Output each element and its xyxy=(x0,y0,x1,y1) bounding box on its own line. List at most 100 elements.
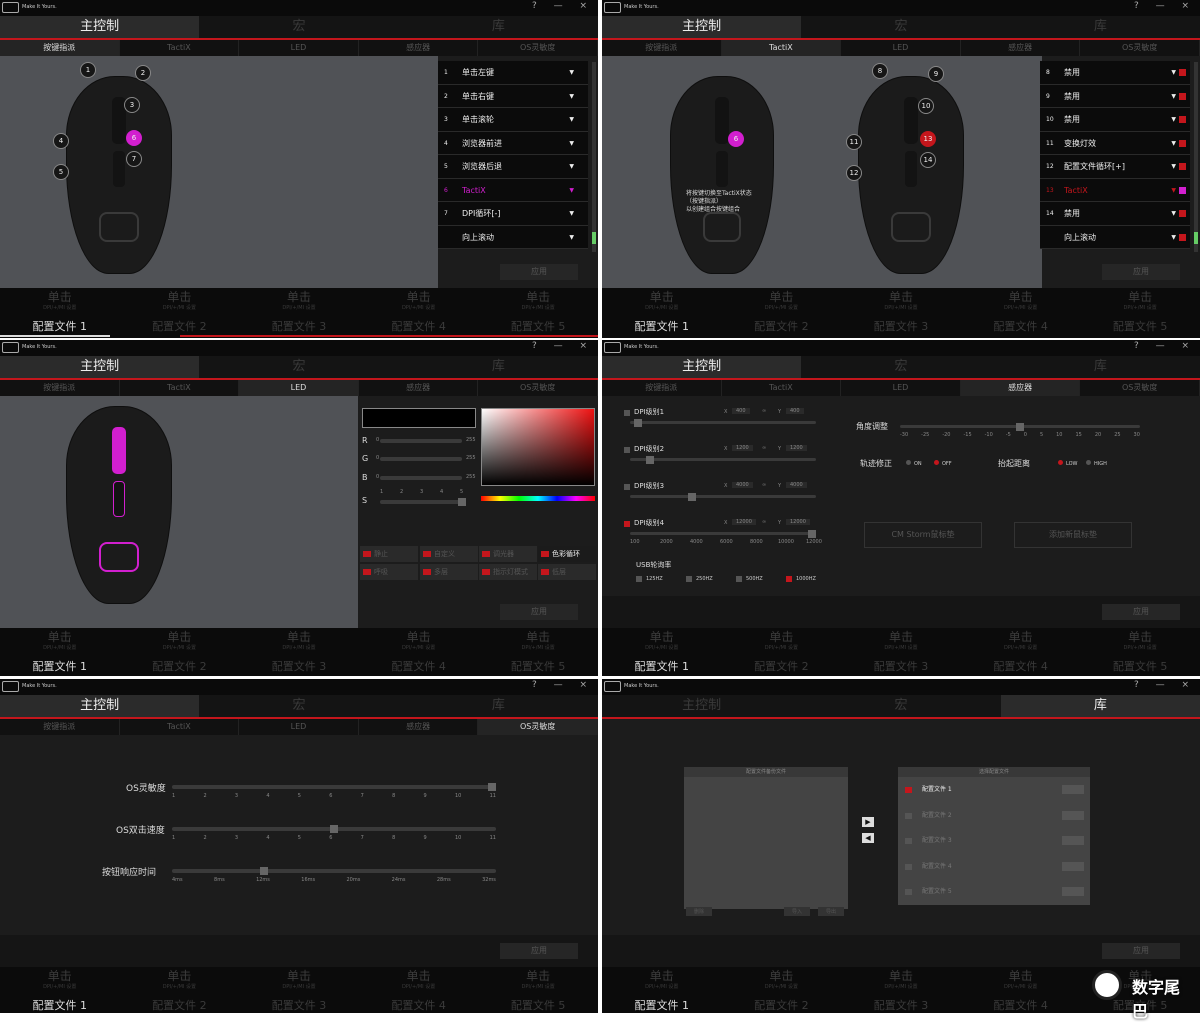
pad-cm-storm-button[interactable]: CM Storm鼠标垫 xyxy=(864,522,982,548)
speed-thumb[interactable] xyxy=(458,498,466,506)
hue-bar[interactable] xyxy=(481,496,595,501)
quick-slot[interactable]: 单击 DPI/+/MI 设置 xyxy=(0,288,120,318)
list-item[interactable]: 14 禁用 ▼ xyxy=(1040,202,1190,226)
list-item[interactable]: 配置文件 5 xyxy=(898,879,1090,905)
apply-button[interactable]: 应用 xyxy=(500,604,578,620)
subtab-tactix[interactable]: TactiX xyxy=(120,40,240,56)
quick-slot[interactable]: 单击 DPI/+/MI 设置 xyxy=(722,628,842,658)
tab-main-control[interactable]: 主控制 xyxy=(602,695,802,719)
profile-tab[interactable]: 配置文件 1 xyxy=(602,318,722,338)
quick-slot[interactable]: 单击 DPI/+/MI 设置 xyxy=(478,288,598,318)
mode-color-cycle[interactable]: 色彩循环 xyxy=(538,546,596,562)
color-swatch[interactable] xyxy=(1179,186,1186,194)
tab-main-control[interactable]: 主控制 xyxy=(602,356,802,380)
quick-slot[interactable]: 单击 DPI/+/MI 设置 xyxy=(120,288,240,318)
quick-slot[interactable]: 单击 DPI/+/MI 设置 xyxy=(239,967,359,997)
quick-slot[interactable]: 单击 DPI/+/MI 设置 xyxy=(602,628,722,658)
list-item[interactable]: 2 单击右键 ▼ xyxy=(438,84,588,108)
list-scrollbar[interactable] xyxy=(1194,62,1198,252)
list-scrollbar[interactable] xyxy=(592,62,596,252)
apply-button[interactable]: 应用 xyxy=(500,264,578,280)
quick-slot[interactable]: 单击 DPI/+/MI 设置 xyxy=(239,288,359,318)
list-item[interactable]: 配置文件 3 xyxy=(898,828,1090,854)
profile-tab[interactable]: 配置文件 4 xyxy=(961,997,1081,1013)
list-item[interactable]: 配置文件 2 xyxy=(898,803,1090,829)
color-swatch[interactable] xyxy=(1179,92,1186,100)
window-controls[interactable]: ? — × xyxy=(1134,680,1196,690)
subtab-button-assign[interactable]: 按键指派 xyxy=(0,380,120,396)
apply-button[interactable]: 应用 xyxy=(1102,943,1180,959)
subtab-button-assign[interactable]: 按键指派 xyxy=(602,40,722,56)
subtab-tactix[interactable]: TactiX xyxy=(120,719,240,735)
profile-tab[interactable]: 配置文件 3 xyxy=(841,997,961,1013)
tab-library[interactable]: 库 xyxy=(398,695,598,719)
profile-tab[interactable]: 配置文件 5 xyxy=(478,997,598,1013)
link-icon[interactable]: ∞ xyxy=(762,519,766,525)
callout-3[interactable]: 3 xyxy=(124,97,140,113)
tab-macro[interactable]: 宏 xyxy=(801,16,1001,40)
quick-slot[interactable]: 单击 DPI/+/MI 设置 xyxy=(961,288,1081,318)
chevron-down-icon[interactable]: ▼ xyxy=(569,202,574,225)
subtab-os[interactable]: OS灵敏度 xyxy=(1080,40,1200,56)
callout-6[interactable]: 6 xyxy=(126,130,142,146)
callout-13[interactable]: 13 xyxy=(920,131,936,147)
tab-main-control[interactable]: 主控制 xyxy=(602,16,802,40)
profile-tab[interactable]: 配置文件 2 xyxy=(722,318,842,338)
move-right-button[interactable]: ▶ xyxy=(862,817,874,827)
quick-slot[interactable]: 单击 DPI/+/MI 设置 xyxy=(841,628,961,658)
list-item[interactable]: 10 禁用 ▼ xyxy=(1040,108,1190,132)
callout-8[interactable]: 8 xyxy=(872,63,888,79)
subtab-tactix[interactable]: TactiX xyxy=(721,40,842,56)
edit-button[interactable] xyxy=(1062,836,1084,845)
subtab-sensor[interactable]: 感应器 xyxy=(359,719,479,735)
profile-tab[interactable]: 配置文件 3 xyxy=(841,318,961,338)
window-controls[interactable]: ? — × xyxy=(532,341,594,351)
dpi2-y[interactable]: 1200 xyxy=(786,445,807,451)
subtab-button-assign[interactable]: 按键指派 xyxy=(0,719,120,735)
list-item[interactable]: 11 变换灯效 ▼ xyxy=(1040,131,1190,155)
dpi3-x[interactable]: 4000 xyxy=(732,482,753,488)
subtab-tactix[interactable]: TactiX xyxy=(120,380,240,396)
quick-slot[interactable]: 单击 DPI/+/MI 设置 xyxy=(0,967,120,997)
link-icon[interactable]: ∞ xyxy=(762,482,766,488)
slider-speed[interactable] xyxy=(380,498,466,506)
edit-button[interactable] xyxy=(1062,861,1084,871)
link-icon[interactable]: ∞ xyxy=(762,408,766,414)
chevron-down-icon[interactable]: ▼ xyxy=(569,108,574,131)
mode-breathing[interactable]: 呼吸 xyxy=(360,564,418,580)
dpi1-x[interactable]: 400 xyxy=(732,408,750,414)
callout-12[interactable]: 12 xyxy=(846,165,862,181)
profile-tab[interactable]: 配置文件 4 xyxy=(961,658,1081,676)
profile-tab[interactable]: 配置文件 4 xyxy=(961,318,1081,338)
subtab-os[interactable]: OS灵敏度 xyxy=(478,40,598,56)
chevron-down-icon[interactable]: ▼ xyxy=(569,61,574,84)
usb-125-radio[interactable] xyxy=(636,576,642,582)
quick-slot[interactable]: 单击 DPI/+/MI 设置 xyxy=(961,628,1081,658)
quick-slot[interactable]: 单击 DPI/+/MI 设置 xyxy=(961,967,1081,997)
quick-slot[interactable]: 单击 DPI/+/MI 设置 xyxy=(841,288,961,318)
dpi3-y[interactable]: 4000 xyxy=(786,482,807,488)
tab-macro[interactable]: 宏 xyxy=(801,356,1001,380)
dpi3-slider[interactable] xyxy=(630,493,816,501)
subtab-os[interactable]: OS灵敏度 xyxy=(1080,380,1200,396)
quick-slot[interactable]: 单击 DPI/+/MI 设置 xyxy=(239,628,359,658)
subtab-button-assign[interactable]: 按键指派 xyxy=(602,380,722,396)
callout-7[interactable]: 7 xyxy=(126,151,142,167)
profile-tab[interactable]: 配置文件 5 xyxy=(1080,658,1200,676)
callout-11[interactable]: 11 xyxy=(846,134,862,150)
color-swatch[interactable] xyxy=(1179,139,1186,147)
edit-button[interactable] xyxy=(1062,810,1084,820)
quick-slot[interactable]: 单击 DPI/+/MI 设置 xyxy=(722,967,842,997)
edit-button[interactable] xyxy=(1062,785,1084,794)
mode-indicator[interactable]: 指示灯模式 xyxy=(479,564,537,580)
quick-slot[interactable]: 单击 DPI/+/MI 设置 xyxy=(1080,288,1200,318)
chevron-down-icon[interactable]: ▼ xyxy=(1171,179,1176,202)
list-item[interactable]: 5 浏览器后退 ▼ xyxy=(438,155,588,179)
tab-macro[interactable]: 宏 xyxy=(199,695,399,719)
subtab-os[interactable]: OS灵敏度 xyxy=(478,719,598,735)
list-item[interactable]: 8 禁用 ▼ xyxy=(1040,61,1190,85)
window-controls[interactable]: ? — × xyxy=(532,1,594,11)
callout-5[interactable]: 5 xyxy=(53,164,69,180)
list-item[interactable]: 3 单击滚轮 ▼ xyxy=(438,108,588,132)
tab-main-control[interactable]: 主控制 xyxy=(0,356,200,380)
